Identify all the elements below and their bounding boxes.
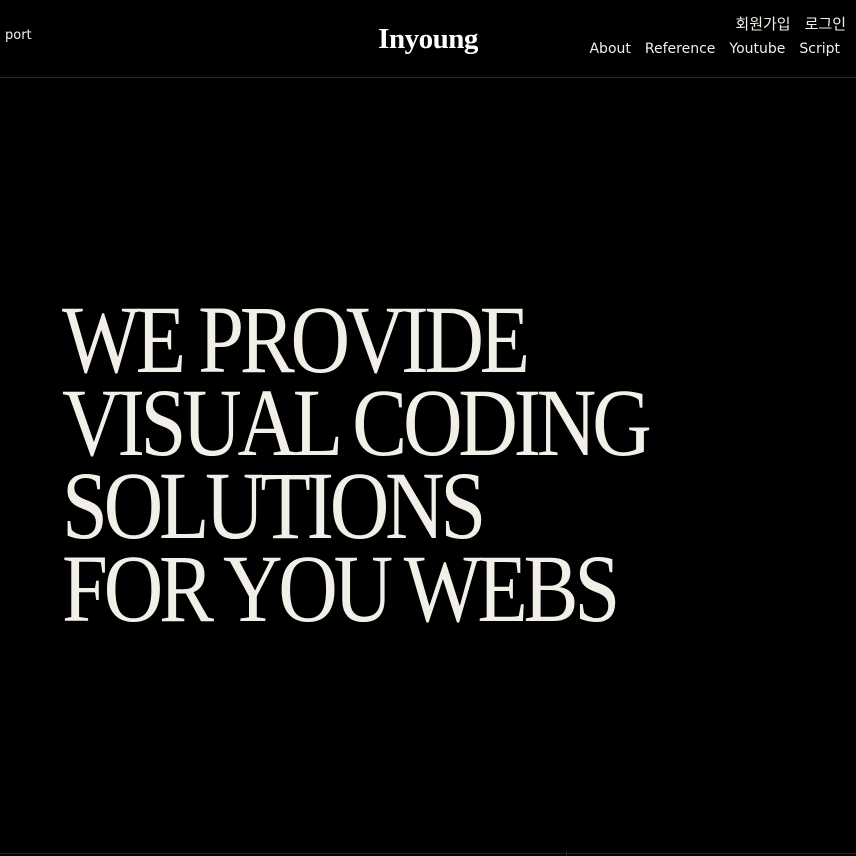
bottom-divider-tick bbox=[566, 851, 567, 856]
nav-about[interactable]: About bbox=[589, 40, 630, 58]
signup-link[interactable]: 회원가입 bbox=[735, 14, 790, 34]
nav-script[interactable]: Script bbox=[799, 40, 840, 58]
main-nav: About Reference Youtube Script bbox=[589, 40, 840, 58]
hero-line-4: FOR YOU WEBS bbox=[62, 535, 620, 642]
auth-links: 회원가입 로그인 bbox=[735, 14, 846, 34]
hero-headline: WE PROVIDE VISUAL CODING SOLUTIONS FOR Y… bbox=[62, 292, 743, 642]
bottom-divider bbox=[0, 853, 856, 854]
port-link[interactable]: port bbox=[5, 28, 32, 44]
site-logo[interactable]: Inyoung bbox=[372, 22, 484, 56]
nav-youtube[interactable]: Youtube bbox=[729, 40, 785, 58]
site-header: port Inyoung 회원가입 로그인 About Reference Yo… bbox=[0, 0, 856, 78]
login-link[interactable]: 로그인 bbox=[805, 14, 846, 34]
nav-reference[interactable]: Reference bbox=[645, 40, 716, 58]
